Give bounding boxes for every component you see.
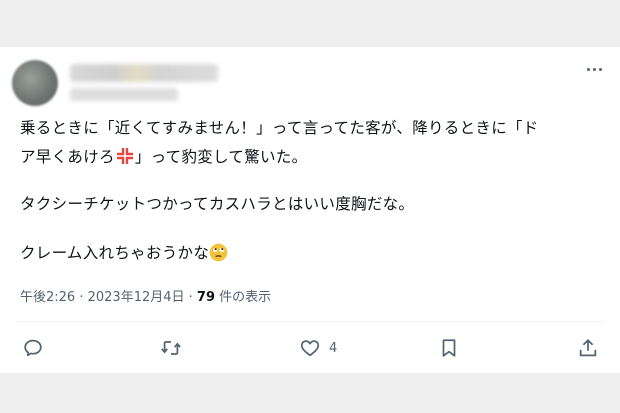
bookmark-icon	[442, 339, 456, 357]
display-name-blurred[interactable]	[70, 64, 218, 82]
heart-icon	[300, 340, 320, 357]
tweet-time[interactable]: 午後2:26	[20, 290, 75, 305]
view-count: 79	[196, 290, 216, 305]
view-label: 件の表示	[215, 290, 272, 305]
anger-symbol-icon	[116, 148, 133, 164]
meta-separator: ·	[184, 290, 197, 305]
avatar[interactable]	[12, 60, 58, 106]
like-button[interactable]: 4	[299, 336, 337, 360]
like-count: 4	[329, 340, 338, 356]
tweet-text-line-3: タクシーチケットつかってカスハラとはいい度胸だな。	[20, 195, 415, 213]
share-icon	[579, 338, 597, 357]
reply-button[interactable]	[22, 336, 44, 360]
tweet-text-line-4: クレーム入れちゃおうかな	[20, 243, 228, 263]
retweet-button[interactable]	[160, 336, 182, 360]
retweet-icon	[161, 341, 181, 355]
reply-icon	[24, 339, 42, 357]
tweet-text-segment: クレーム入れちゃおうかな	[20, 244, 210, 262]
username-blurred[interactable]	[70, 88, 178, 101]
meta-separator: ·	[75, 290, 88, 305]
more-icon[interactable]	[584, 62, 604, 76]
tweet-text-segment: ア早くあけろ	[20, 148, 115, 166]
tweet-text-line-1: 乗るときに「近くてすみません！」って言ってた客が、降りるときに「ド	[20, 119, 539, 137]
tweet-date[interactable]: 2023年12月4日	[88, 290, 185, 305]
share-button[interactable]	[577, 336, 599, 360]
tweet-meta: 午後2:26 · 2023年12月4日 · 79 件の表示	[20, 286, 271, 305]
divider	[16, 321, 604, 322]
bookmark-button[interactable]	[438, 336, 460, 360]
tweet-text-segment: 」って豹変して驚いた。	[134, 148, 308, 166]
tweet-text-line-2: ア早くあけろ 」って豹変して驚いた。	[20, 147, 307, 167]
eye-roll-face-icon	[209, 243, 228, 262]
